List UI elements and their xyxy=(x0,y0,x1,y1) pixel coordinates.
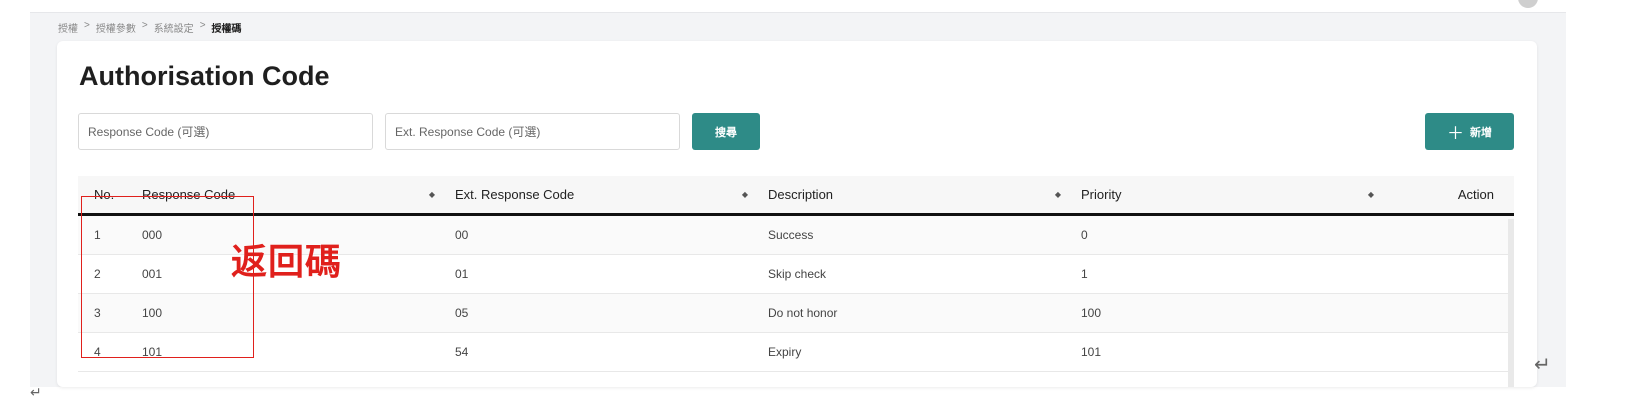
plus-icon: ＋ xyxy=(1447,124,1464,143)
column-header-action: Action xyxy=(1394,176,1514,213)
sort-icon[interactable]: ◆ xyxy=(1055,190,1061,199)
sort-icon[interactable]: ◆ xyxy=(1368,190,1374,199)
cell-ext-response-code: 00 xyxy=(455,228,469,242)
screenshot: 授權 > 授權參數 > 系統設定 > 授權碼 Authorisation Cod… xyxy=(0,0,1628,409)
add-button[interactable]: ＋ 新增 xyxy=(1425,113,1514,150)
breadcrumb-separator: > xyxy=(199,20,206,31)
column-label-description: Description xyxy=(768,187,834,202)
annotation-label: 返回碼 xyxy=(231,241,343,282)
return-icon: ↵ xyxy=(1534,354,1551,376)
cell-ext-response-code: 05 xyxy=(455,306,469,320)
cell-priority: 101 xyxy=(1081,345,1102,359)
search-button[interactable]: 搜尋 xyxy=(692,113,760,150)
annotation-highlight-box xyxy=(81,196,254,358)
page-title: Authorisation Code xyxy=(79,61,330,91)
breadcrumb-item-auth[interactable]: 授權 xyxy=(58,20,78,35)
column-header-ext-response-code[interactable]: Ext. Response Code ◆ xyxy=(455,176,748,213)
breadcrumb: 授權 > 授權參數 > 系統設定 > 授權碼 xyxy=(58,20,242,35)
add-button-label: 新增 xyxy=(1470,126,1492,139)
column-header-description[interactable]: Description ◆ xyxy=(768,176,1061,213)
column-label-priority: Priority xyxy=(1081,187,1122,202)
breadcrumb-separator: > xyxy=(141,20,148,31)
window-corner-control xyxy=(1518,0,1538,8)
sort-icon[interactable]: ◆ xyxy=(742,190,748,199)
column-label-ext-response-code: Ext. Response Code xyxy=(455,187,575,202)
cell-description: Expiry xyxy=(768,345,802,359)
cell-ext-response-code: 01 xyxy=(455,267,469,281)
breadcrumb-separator: > xyxy=(84,20,90,31)
breadcrumb-current: 授權碼 xyxy=(211,24,242,35)
table-scrollbar[interactable] xyxy=(1508,219,1514,387)
column-header-priority[interactable]: Priority ◆ xyxy=(1081,176,1374,213)
cell-ext-response-code: 54 xyxy=(455,345,469,359)
table-header: No. Response Code ◆ Ext. Response Code ◆… xyxy=(78,176,1514,216)
ext-response-code-input[interactable] xyxy=(385,113,680,150)
cell-priority: 1 xyxy=(1081,267,1088,281)
response-code-input[interactable] xyxy=(78,113,373,150)
cell-description: Do not honor xyxy=(768,306,838,320)
return-icon: ↵ xyxy=(30,384,42,400)
breadcrumb-item-auth-params[interactable]: 授權參數 xyxy=(96,20,136,35)
content-card: Authorisation Code 搜尋 ＋ 新增 No. Response … xyxy=(57,41,1537,387)
cell-priority: 100 xyxy=(1081,306,1102,320)
column-label-action: Action xyxy=(1457,187,1494,202)
table-row[interactable]: 3 100 05 Do not honor 100 xyxy=(78,294,1514,333)
table-row[interactable]: 4 101 54 Expiry 101 xyxy=(78,333,1514,372)
cell-description: Success xyxy=(768,228,814,242)
sort-icon[interactable]: ◆ xyxy=(429,190,435,199)
breadcrumb-item-system-settings[interactable]: 系統設定 xyxy=(154,20,194,35)
cell-priority: 0 xyxy=(1081,228,1088,242)
cell-description: Skip check xyxy=(768,267,827,281)
